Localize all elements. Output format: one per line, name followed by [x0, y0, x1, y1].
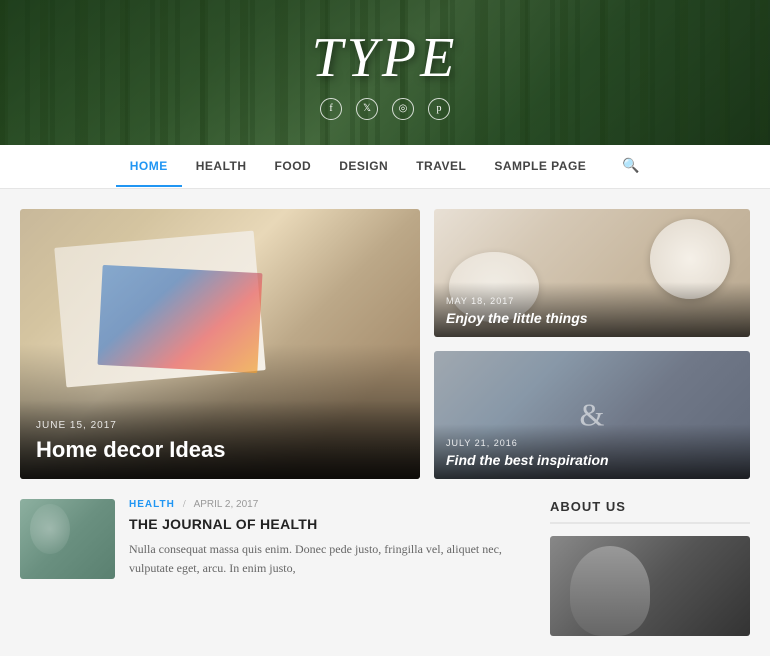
featured-title: Home decor Ideas: [36, 437, 404, 463]
sidebar-card-1[interactable]: MAY 18, 2017 Enjoy the little things: [434, 209, 750, 337]
card-overlay-1: MAY 18, 2017 Enjoy the little things: [434, 282, 750, 337]
featured-post[interactable]: JUNE 15, 2017 Home decor Ideas: [20, 209, 420, 479]
sidebar-card-2[interactable]: & JULY 21, 2016 Find the best inspiratio…: [434, 351, 750, 479]
featured-date: JUNE 15, 2017: [36, 420, 404, 431]
nav-item-design[interactable]: DESIGN: [325, 147, 402, 187]
twitter-icon[interactable]: 𝕏: [356, 98, 378, 120]
site-header: TYPE f 𝕏 ◎ p: [0, 0, 770, 145]
main-content: JUNE 15, 2017 Home decor Ideas MAY 18, 2…: [0, 189, 770, 656]
bottom-section: HEALTH / APRIL 2, 2017 THE JOURNAL OF HE…: [20, 499, 750, 636]
post-item: HEALTH / APRIL 2, 2017 THE JOURNAL OF HE…: [20, 499, 536, 579]
about-sidebar: ABOUT US: [550, 499, 750, 636]
post-content: HEALTH / APRIL 2, 2017 THE JOURNAL OF HE…: [129, 499, 536, 579]
pinterest-icon[interactable]: p: [428, 98, 450, 120]
post-excerpt: Nulla consequat massa quis enim. Donec p…: [129, 540, 536, 578]
site-title[interactable]: TYPE: [312, 26, 459, 90]
nav-item-sample-page[interactable]: SAMPLE PAGE: [480, 147, 600, 187]
card-overlay-2: JULY 21, 2016 Find the best inspiration: [434, 424, 750, 479]
search-icon[interactable]: 🔍: [608, 145, 654, 188]
nav-item-home[interactable]: HOME: [116, 147, 182, 187]
sidebar-cards: MAY 18, 2017 Enjoy the little things & J…: [434, 209, 750, 479]
nav-item-health[interactable]: HEALTH: [182, 147, 261, 187]
nav-items: HOME HEALTH FOOD DESIGN TRAVEL SAMPLE PA…: [116, 145, 654, 188]
post-date: APRIL 2, 2017: [194, 499, 259, 510]
card-date-1: MAY 18, 2017: [446, 296, 738, 306]
card-date-2: JULY 21, 2016: [446, 438, 738, 448]
nav-item-travel[interactable]: TRAVEL: [402, 147, 480, 187]
card-title-1: Enjoy the little things: [446, 310, 738, 327]
post-thumbnail: [20, 499, 115, 579]
featured-overlay: JUNE 15, 2017 Home decor Ideas: [20, 400, 420, 479]
social-icons: f 𝕏 ◎ p: [320, 98, 450, 120]
post-title[interactable]: THE JOURNAL OF HEALTH: [129, 515, 536, 533]
card-title-2: Find the best inspiration: [446, 452, 738, 469]
instagram-icon[interactable]: ◎: [392, 98, 414, 120]
about-image: [550, 536, 750, 636]
main-nav: HOME HEALTH FOOD DESIGN TRAVEL SAMPLE PA…: [0, 145, 770, 189]
post-meta: HEALTH / APRIL 2, 2017: [129, 499, 536, 510]
post-category[interactable]: HEALTH: [129, 499, 175, 510]
about-title: ABOUT US: [550, 499, 750, 524]
facebook-icon[interactable]: f: [320, 98, 342, 120]
nav-item-food[interactable]: FOOD: [261, 147, 326, 187]
top-section: JUNE 15, 2017 Home decor Ideas MAY 18, 2…: [20, 209, 750, 479]
post-list: HEALTH / APRIL 2, 2017 THE JOURNAL OF HE…: [20, 499, 536, 636]
meta-separator: /: [183, 499, 186, 510]
